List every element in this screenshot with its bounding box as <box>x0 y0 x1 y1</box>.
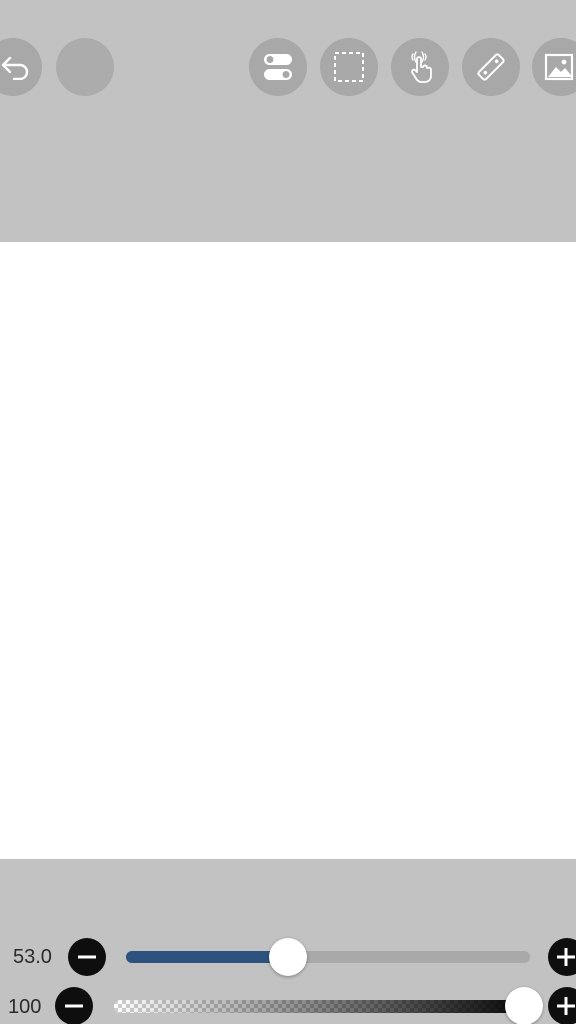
drawing-canvas[interactable] <box>0 242 576 859</box>
toggle-settings-button[interactable] <box>249 38 307 96</box>
image-icon <box>544 53 574 81</box>
selection-icon <box>333 51 365 83</box>
plus-icon <box>557 997 575 1015</box>
undo-icon <box>0 54 34 80</box>
gesture-button[interactable] <box>391 38 449 96</box>
size-decrease-button[interactable] <box>68 938 106 976</box>
minus-icon <box>78 955 96 959</box>
brush-size-slider-fill <box>126 951 288 963</box>
top-toolbar <box>0 0 576 242</box>
toggle-switches-icon <box>262 52 294 82</box>
hand-touch-icon <box>404 50 436 84</box>
selection-button[interactable] <box>320 38 378 96</box>
opacity-increase-button[interactable] <box>548 987 576 1024</box>
undo-button[interactable] <box>0 38 42 96</box>
brush-opacity-slider[interactable] <box>114 1000 538 1013</box>
screen: 53.0 100 <box>0 0 576 1024</box>
opacity-decrease-button[interactable] <box>55 987 93 1024</box>
brush-size-value: 53.0 <box>13 946 52 968</box>
brush-opacity-value: 100 <box>8 996 42 1018</box>
brush-opacity-slider-thumb[interactable] <box>505 987 543 1024</box>
brush-size-slider-thumb[interactable] <box>268 938 307 976</box>
ruler-icon <box>475 51 507 83</box>
brush-size-slider[interactable] <box>126 951 530 963</box>
image-button[interactable] <box>532 38 576 96</box>
redo-button[interactable] <box>56 38 114 96</box>
plus-icon <box>557 948 575 966</box>
ruler-button[interactable] <box>462 38 520 96</box>
minus-icon <box>65 1004 83 1008</box>
